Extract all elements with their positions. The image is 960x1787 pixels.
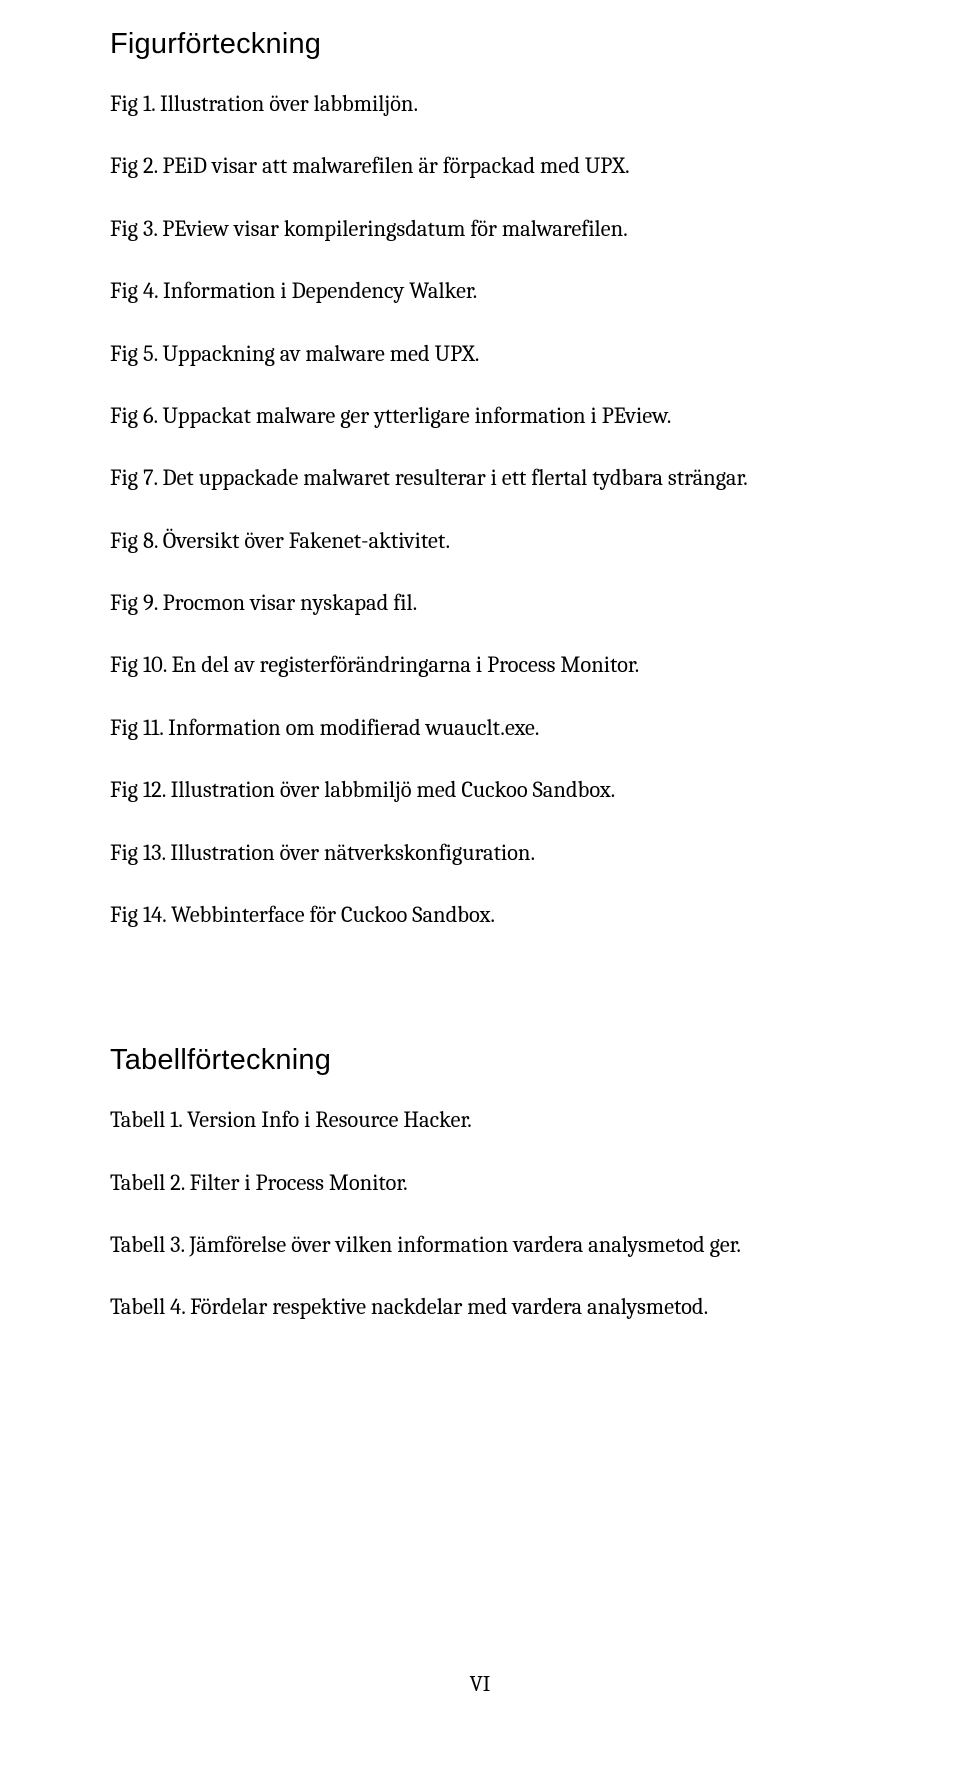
document-page: Figurförteckning Fig 1. Illustration öve… xyxy=(0,0,960,1787)
figure-entry: Fig 4. Information i Dependency Walker. xyxy=(110,276,850,306)
figure-entry: Fig 6. Uppackat malware ger ytterligare … xyxy=(110,401,850,431)
table-entry: Tabell 1. Version Info i Resource Hacker… xyxy=(110,1105,850,1135)
table-entry: Tabell 2. Filter i Process Monitor. xyxy=(110,1168,850,1198)
figure-entry: Fig 2. PEiD visar att malwarefilen är fö… xyxy=(110,151,850,181)
tables-heading: Tabellförteckning xyxy=(110,1044,850,1077)
figure-entry: Fig 1. Illustration över labbmiljön. xyxy=(110,89,850,119)
section-gap xyxy=(110,962,850,1044)
figures-heading: Figurförteckning xyxy=(110,28,850,61)
figure-entry: Fig 13. Illustration över nätverkskonfig… xyxy=(110,838,850,868)
figure-entry: Fig 10. En del av registerförändringarna… xyxy=(110,650,850,680)
table-entry: Tabell 3. Jämförelse över vilken informa… xyxy=(110,1230,850,1260)
figure-entry: Fig 12. Illustration över labbmiljö med … xyxy=(110,775,850,805)
table-entry: Tabell 4. Fördelar respektive nackdelar … xyxy=(110,1292,850,1322)
figure-entry: Fig 5. Uppackning av malware med UPX. xyxy=(110,339,850,369)
figure-entry: Fig 8. Översikt över Fakenet-aktivitet. xyxy=(110,526,850,556)
figure-entry: Fig 3. PEview visar kompileringsdatum fö… xyxy=(110,214,850,244)
page-number: VI xyxy=(0,1671,960,1697)
figure-entry: Fig 9. Procmon visar nyskapad fil. xyxy=(110,588,850,618)
figure-entry: Fig 14. Webbinterface för Cuckoo Sandbox… xyxy=(110,900,850,930)
figure-entry: Fig 11. Information om modifierad wuaucl… xyxy=(110,713,850,743)
figure-entry: Fig 7. Det uppackade malwaret resulterar… xyxy=(110,463,850,493)
